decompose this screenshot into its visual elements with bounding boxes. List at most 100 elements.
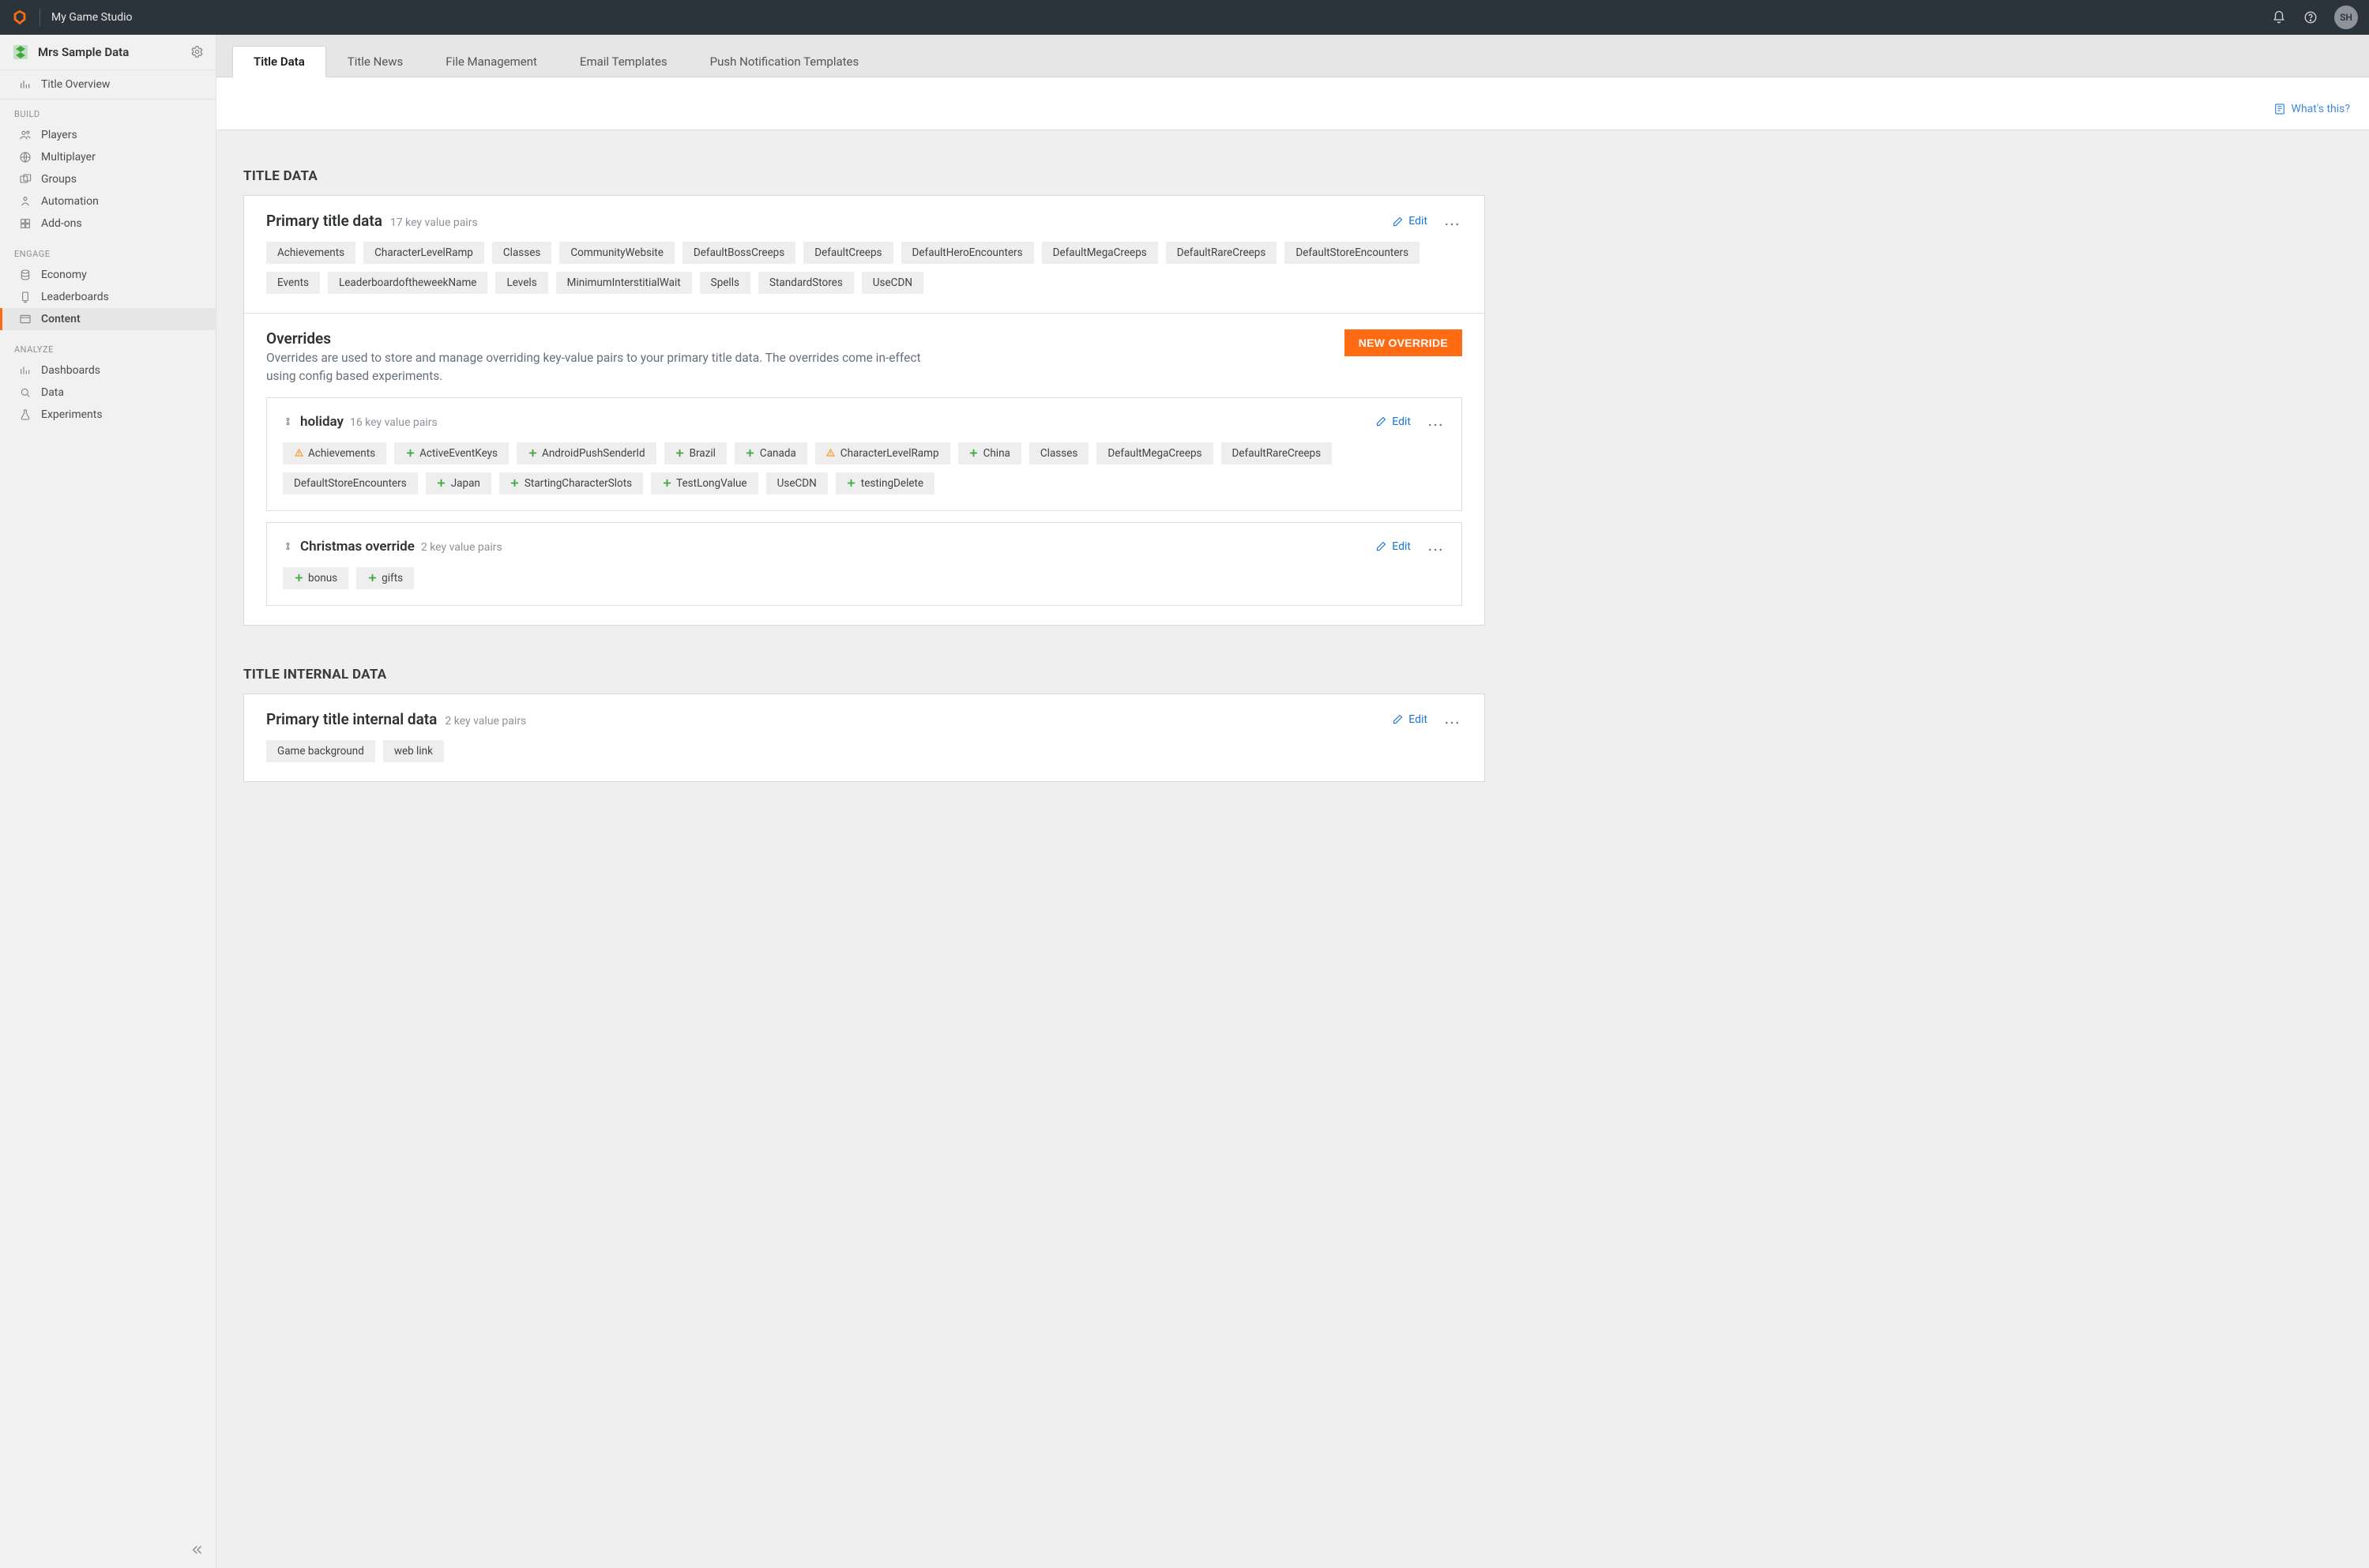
key-chip[interactable]: CharacterLevelRamp: [815, 442, 950, 464]
tab-push-notification-templates[interactable]: Push Notification Templates: [689, 46, 881, 77]
nav-item-add-ons[interactable]: Add-ons: [0, 212, 216, 235]
key-chip[interactable]: Achievements: [266, 242, 355, 264]
override-edit-button[interactable]: Edit: [1375, 540, 1411, 553]
nav-item-groups[interactable]: Groups: [0, 168, 216, 190]
key-chip[interactable]: TestLongValue: [651, 472, 758, 494]
key-chip[interactable]: LeaderboardoftheweekName: [328, 272, 488, 294]
key-chip[interactable]: Classes: [1029, 442, 1089, 464]
nav-label: Title Overview: [41, 78, 110, 91]
chip-label: China: [983, 447, 1010, 460]
content: TITLE DATA Primary title data 17 key val…: [216, 130, 1512, 829]
key-chip[interactable]: Canada: [735, 442, 807, 464]
primary-edit-button[interactable]: Edit: [1392, 215, 1427, 227]
key-chip[interactable]: CommunityWebsite: [559, 242, 675, 264]
whats-this-link[interactable]: What's this?: [2273, 103, 2350, 115]
tab-title-data[interactable]: Title Data: [232, 46, 326, 77]
tab-email-templates[interactable]: Email Templates: [558, 46, 689, 77]
nav-label: Leaderboards: [41, 291, 109, 303]
key-chip[interactable]: ActiveEventKeys: [394, 442, 509, 464]
user-avatar[interactable]: SH: [2334, 6, 2358, 29]
whats-this-label: What's this?: [2292, 103, 2350, 115]
nav-item-automation[interactable]: Automation: [0, 190, 216, 212]
key-chip[interactable]: gifts: [356, 567, 414, 589]
nav-item-content[interactable]: Content: [0, 308, 216, 330]
nav-title-overview[interactable]: Title Overview: [0, 70, 216, 100]
studio-name[interactable]: My Game Studio: [51, 11, 133, 24]
key-chip[interactable]: StandardStores: [758, 272, 854, 294]
subheader: What's this?: [216, 77, 2369, 130]
key-chip[interactable]: Japan: [426, 472, 491, 494]
nav-item-multiplayer[interactable]: Multiplayer: [0, 146, 216, 168]
tabbar: Title DataTitle NewsFile ManagementEmail…: [216, 35, 2369, 77]
nav-section-build: BUILD: [0, 100, 216, 124]
plus-icon: [662, 479, 671, 488]
nav-item-data[interactable]: Data: [0, 382, 216, 404]
key-chip[interactable]: DefaultCreeps: [803, 242, 893, 264]
overrides-title: Overrides: [266, 329, 930, 348]
key-chip[interactable]: UseCDN: [766, 472, 828, 494]
nav-label: Dashboards: [41, 364, 100, 377]
key-chip[interactable]: StartingCharacterSlots: [499, 472, 643, 494]
title-settings-icon[interactable]: [190, 45, 205, 59]
internal-primary-title: Primary title internal data 2 key value …: [266, 710, 526, 728]
plus-icon: [675, 449, 685, 458]
nav-label: Economy: [41, 269, 87, 281]
override-key-chips: Achievements ActiveEventKeys AndroidPushSe…: [283, 442, 1446, 494]
override-edit-label: Edit: [1392, 416, 1411, 428]
key-chip[interactable]: bonus: [283, 567, 348, 589]
key-chip[interactable]: Achievements: [283, 442, 386, 464]
internal-more-icon[interactable]: [1442, 710, 1462, 729]
nav-item-dashboards[interactable]: Dashboards: [0, 359, 216, 382]
title-block[interactable]: Mrs Sample Data: [0, 35, 216, 70]
notifications-icon[interactable]: [2271, 9, 2287, 25]
primary-more-icon[interactable]: [1442, 212, 1462, 231]
chip-label: Japan: [451, 477, 480, 490]
nav-item-experiments[interactable]: Experiments: [0, 404, 216, 426]
help-icon[interactable]: [2303, 9, 2318, 25]
key-chip[interactable]: testingDelete: [836, 472, 934, 494]
title-name: Mrs Sample Data: [38, 45, 182, 59]
key-chip[interactable]: DefaultRareCreeps: [1166, 242, 1277, 264]
key-chip[interactable]: UseCDN: [862, 272, 923, 294]
title-icon: [11, 43, 30, 62]
nav-item-players[interactable]: Players: [0, 124, 216, 146]
override-edit-button[interactable]: Edit: [1375, 416, 1411, 428]
key-chip[interactable]: Spells: [700, 272, 750, 294]
key-chip[interactable]: web link: [383, 740, 444, 762]
brand-logo-icon[interactable]: [11, 9, 28, 26]
warning-icon: [826, 449, 836, 458]
internal-title-count: 2 key value pairs: [445, 715, 526, 728]
key-chip[interactable]: Game background: [266, 740, 375, 762]
key-chip[interactable]: Brazil: [664, 442, 727, 464]
sidebar: Mrs Sample Data Title Overview BUILD Pla…: [0, 35, 216, 1568]
key-chip[interactable]: DefaultRareCreeps: [1221, 442, 1333, 464]
key-chip[interactable]: Events: [266, 272, 320, 294]
key-chip[interactable]: China: [958, 442, 1021, 464]
tab-title-news[interactable]: Title News: [326, 46, 425, 77]
key-chip[interactable]: Classes: [492, 242, 551, 264]
nav-item-economy[interactable]: Economy: [0, 264, 216, 286]
override-more-icon[interactable]: [1425, 412, 1446, 431]
override-more-icon[interactable]: [1425, 537, 1446, 556]
internal-edit-button[interactable]: Edit: [1392, 713, 1427, 726]
nav-item-leaderboards[interactable]: Leaderboards: [0, 286, 216, 308]
tab-file-management[interactable]: File Management: [424, 46, 558, 77]
key-chip[interactable]: Levels: [495, 272, 547, 294]
key-chip[interactable]: AndroidPushSenderId: [517, 442, 656, 464]
override-count: 16 key value pairs: [350, 416, 438, 429]
collapse-sidebar-icon[interactable]: [190, 1543, 205, 1560]
key-chip[interactable]: DefaultStoreEncounters: [1284, 242, 1420, 264]
plus-icon: [969, 449, 979, 458]
new-override-button[interactable]: NEW OVERRIDE: [1344, 329, 1462, 356]
section-primary-internal: Primary title internal data 2 key value …: [244, 694, 1484, 781]
key-chip[interactable]: DefaultStoreEncounters: [283, 472, 418, 494]
primary-key-chips: Achievements CharacterLevelRamp Classes Com…: [266, 242, 1462, 294]
key-chip[interactable]: DefaultMegaCreeps: [1096, 442, 1213, 464]
key-chip[interactable]: DefaultMegaCreeps: [1042, 242, 1158, 264]
key-chip[interactable]: CharacterLevelRamp: [363, 242, 484, 264]
key-chip[interactable]: DefaultBossCreeps: [682, 242, 795, 264]
chip-label: Achievements: [308, 447, 375, 460]
override-name: Christmas override: [300, 539, 415, 555]
key-chip[interactable]: DefaultHeroEncounters: [901, 242, 1034, 264]
key-chip[interactable]: MinimumInterstitialWait: [556, 272, 692, 294]
